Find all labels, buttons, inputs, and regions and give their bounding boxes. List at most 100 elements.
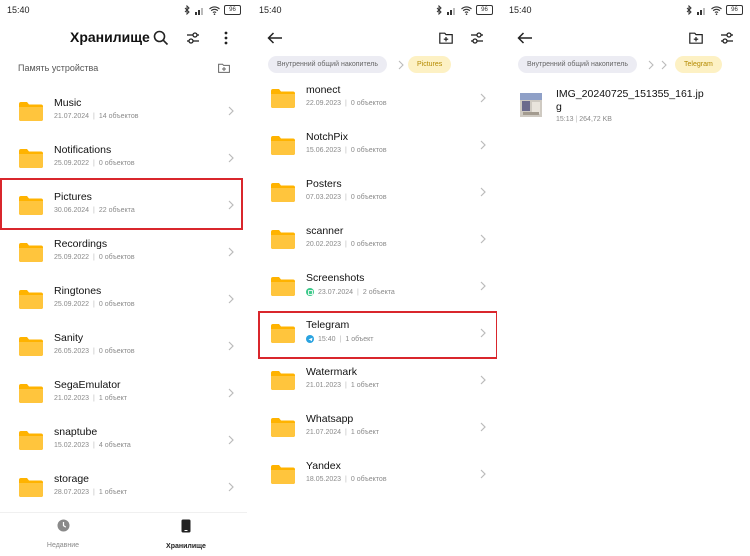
item-name: Posters [306, 178, 342, 190]
chevron-right-icon [228, 153, 234, 163]
filter-icon [187, 32, 199, 44]
nav-recent-label: Недавние [46, 542, 80, 549]
breadcrumb-current[interactable]: Telegram [675, 56, 722, 73]
item-count: 1 объект [98, 395, 127, 402]
chevron-right-icon [648, 60, 654, 70]
folder-icon [19, 102, 43, 121]
screen-pictures: 15:40 96 Внутренний общий накопитель Pic… [252, 0, 499, 556]
item-name: Sanity [54, 332, 84, 344]
item-date: 15:40 [318, 335, 336, 343]
item-date: 15.02.2023 [54, 442, 90, 449]
chevron-right-icon [480, 140, 486, 150]
chevron-right-icon [480, 328, 486, 338]
chevron-right-icon [228, 435, 234, 445]
storage-label: Память устройства [18, 63, 99, 73]
list-item[interactable]: Ringtones 25.09.2022 | 0 объектов [0, 275, 247, 322]
item-name: scanner [306, 225, 344, 237]
list-item[interactable]: Screenshots 23.07.2024 | 2 объекта [252, 262, 499, 309]
nav-recent[interactable]: Недавние [8, 519, 118, 549]
list-item[interactable]: Posters 07.03.2023 | 0 объектов [252, 168, 499, 215]
new-folder-button[interactable] [214, 58, 234, 78]
phone-icon [181, 519, 191, 533]
status-icons: 96 [184, 4, 241, 16]
item-count: 0 объектов [350, 147, 387, 154]
meta-separator: | [93, 160, 95, 167]
folder-icon [19, 431, 43, 450]
item-meta: 15:40 | 1 объект [306, 335, 373, 343]
item-name: SegaEmulator [54, 379, 121, 391]
status-icons: 96 [436, 4, 493, 16]
item-name: Recordings [54, 238, 108, 250]
filter-button[interactable] [467, 28, 487, 48]
item-count: 1 объект [350, 429, 379, 436]
item-meta: 28.07.2023 | 1 объект [54, 489, 127, 496]
signal-icon [195, 7, 203, 15]
item-count: 4 объекта [98, 442, 131, 449]
telegram-badge-icon [306, 335, 314, 343]
folder-icon [19, 243, 43, 262]
status-icons: 96 [686, 4, 743, 16]
item-count: 0 объектов [98, 301, 135, 308]
item-meta: 23.07.2024 | 2 объекта [306, 288, 395, 296]
item-name: NotchPix [306, 131, 349, 143]
list-item[interactable]: Sanity 26.05.2023 | 0 объектов [0, 322, 247, 369]
list-item[interactable]: Recordings 25.09.2022 | 0 объектов [0, 228, 247, 275]
folder-icon [271, 136, 295, 155]
item-name: monect [306, 84, 341, 96]
back-arrow-icon [267, 32, 282, 44]
item-count: 0 объектов [350, 476, 387, 483]
list-item[interactable]: Music 21.07.2024 | 14 объектов [0, 87, 247, 134]
new-folder-button[interactable] [686, 28, 706, 48]
folder-icon [19, 149, 43, 168]
list-item[interactable]: monect 22.09.2023 | 0 объектов [252, 74, 499, 121]
list-item[interactable]: Watermark 21.01.2023 | 1 объект [252, 356, 499, 403]
item-count: 0 объектов [350, 194, 387, 201]
wifi-icon [209, 5, 220, 15]
wifi-icon [711, 5, 722, 15]
list-item[interactable]: Notifications 25.09.2022 | 0 объектов [0, 134, 247, 181]
status-bar: 15:40 96 [252, 0, 499, 22]
list-item[interactable]: Pictures 30.06.2024 | 22 объекта [0, 181, 247, 228]
item-name: snaptube [54, 426, 98, 438]
list-item[interactable]: snaptube 15.02.2023 | 4 объекта [0, 416, 247, 463]
filter-button[interactable] [183, 28, 203, 48]
list-item[interactable]: Whatsapp 21.07.2024 | 1 объект [252, 403, 499, 450]
more-button[interactable] [216, 28, 236, 48]
meta-separator: | [345, 147, 347, 154]
item-date: 20.02.2023 [306, 241, 342, 248]
meta-separator: | [345, 429, 347, 436]
folder-icon [19, 337, 43, 356]
filter-button[interactable] [717, 28, 737, 48]
item-name: Music [54, 97, 82, 109]
new-folder-button[interactable] [436, 28, 456, 48]
list-item[interactable]: NotchPix 15.06.2023 | 0 объектов [252, 121, 499, 168]
breadcrumb-current[interactable]: Pictures [408, 56, 452, 73]
list-item[interactable]: Yandex 18.05.2023 | 0 объектов [252, 450, 499, 497]
item-count: 0 объектов [98, 254, 135, 261]
folder-icon [271, 183, 295, 202]
search-icon [153, 30, 169, 46]
list-item[interactable]: Telegram 15:40 | 1 объект [252, 309, 499, 356]
item-date: 21.02.2023 [54, 395, 90, 402]
item-date: 25.09.2022 [54, 160, 90, 167]
meta-separator: | [93, 301, 95, 308]
search-button[interactable] [151, 28, 171, 48]
back-button[interactable] [265, 28, 285, 48]
list-item[interactable]: storage 28.07.2023 | 1 объект [0, 463, 247, 510]
file-item[interactable]: IMG_20240725_151355_161.jpg 15:13 | 264,… [520, 88, 745, 128]
list-item[interactable]: scanner 20.02.2023 | 0 объектов [252, 215, 499, 262]
item-count: 14 объектов [98, 113, 139, 120]
list-item[interactable]: SegaEmulator 21.02.2023 | 1 объект [0, 369, 247, 416]
filter-icon [471, 32, 483, 44]
item-meta: 26.05.2023 | 0 объектов [54, 348, 135, 355]
back-button[interactable] [515, 28, 535, 48]
app-bar [252, 22, 499, 52]
screen-telegram: 15:40 96 Внутренний общий накопитель Tel… [502, 0, 749, 556]
chevron-right-icon [228, 200, 234, 210]
item-meta: 21.01.2023 | 1 объект [306, 382, 379, 389]
breadcrumb-root[interactable]: Внутренний общий накопитель [268, 56, 387, 73]
breadcrumb-root[interactable]: Внутренний общий накопитель [518, 56, 637, 73]
meta-separator: | [93, 489, 95, 496]
nav-storage[interactable]: Хранилище [131, 519, 241, 550]
app-bar: Хранилище [0, 22, 247, 52]
